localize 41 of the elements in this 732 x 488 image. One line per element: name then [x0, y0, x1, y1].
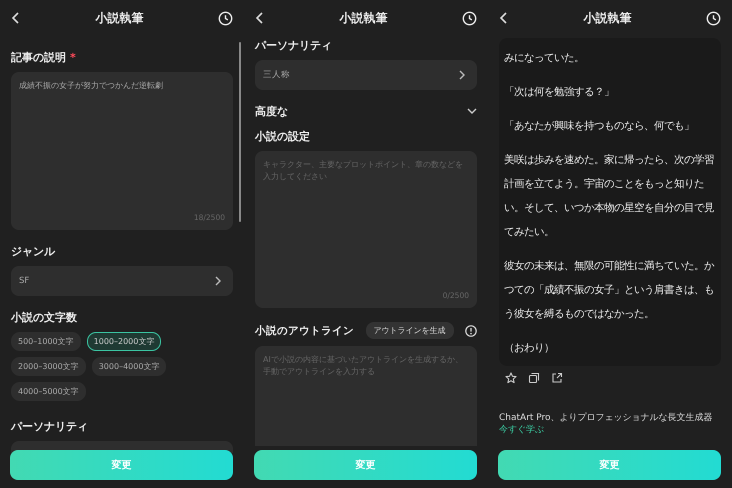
field-label: ジャンル	[11, 244, 56, 259]
screen-title: 小説執筆	[584, 10, 632, 26]
history-icon[interactable]	[706, 10, 721, 26]
story-paragraph: 彼女の未来は、無限の可能性に満ちていた。かつての「成績不振の女子」という肩書きは、もう彼女を縛るものではなかった。	[504, 259, 716, 322]
star-icon[interactable]	[505, 372, 517, 384]
field-label: 小説の文字数	[11, 310, 78, 325]
field-label: パーソナリティ	[255, 38, 333, 53]
personality-select[interactable]: 三人称	[255, 60, 477, 90]
share-icon[interactable]	[551, 372, 563, 384]
screen-title: 小説執筆	[96, 10, 144, 26]
chevron-right-icon	[215, 276, 221, 286]
section-title: 高度な	[255, 104, 288, 119]
story-paragraph: 「あなたが興味を持つものなら、何でも」	[504, 119, 695, 134]
copy-icon[interactable]	[528, 372, 540, 384]
length-chip[interactable]: 3000–4000文字	[92, 357, 166, 376]
history-icon[interactable]	[218, 10, 233, 26]
screen-title: 小説執筆	[340, 10, 388, 26]
learn-now-link[interactable]: 今すぐ学ぶ	[499, 425, 544, 436]
promo-text: ChatArt Pro、よりプロフェッショナルな長文生成器	[499, 412, 714, 424]
length-chip[interactable]: 1000–2000文字	[86, 332, 162, 351]
field-label: 小説のアウトライン	[255, 324, 354, 338]
back-icon[interactable]	[255, 11, 265, 25]
info-icon[interactable]	[465, 324, 477, 336]
story-paragraph: （おわり）	[504, 341, 555, 356]
length-chip[interactable]: 4000–5000文字	[11, 382, 86, 401]
field-label: パーソナリティ	[11, 419, 89, 434]
required-mark: *	[70, 51, 76, 64]
field-label: 記事の説明	[11, 50, 66, 65]
field-label: 小説の設定	[255, 129, 311, 144]
story-paragraph: 美咲は歩みを速めた。家に帰ったら、次の学習計画を立てよう。宇宙のことをもっと知りたい。そして、いつか本物の星空を自分の目で見てみたい。	[504, 153, 715, 240]
length-chip[interactable]: 2000–3000文字	[11, 357, 86, 376]
generate-outline-button[interactable]: アウトラインを生成	[366, 322, 454, 339]
story-paragraph: みになっていた。	[504, 51, 585, 66]
story-paragraph: 「次は何を勉強する？」	[504, 85, 615, 100]
back-icon[interactable]	[11, 11, 21, 25]
back-icon[interactable]	[499, 11, 509, 25]
history-icon[interactable]	[462, 10, 477, 26]
chevron-down-icon[interactable]	[467, 108, 477, 115]
genre-select[interactable]: SF	[11, 266, 233, 296]
chevron-right-icon	[459, 70, 465, 80]
length-chip[interactable]: 500–1000文字	[11, 332, 81, 351]
